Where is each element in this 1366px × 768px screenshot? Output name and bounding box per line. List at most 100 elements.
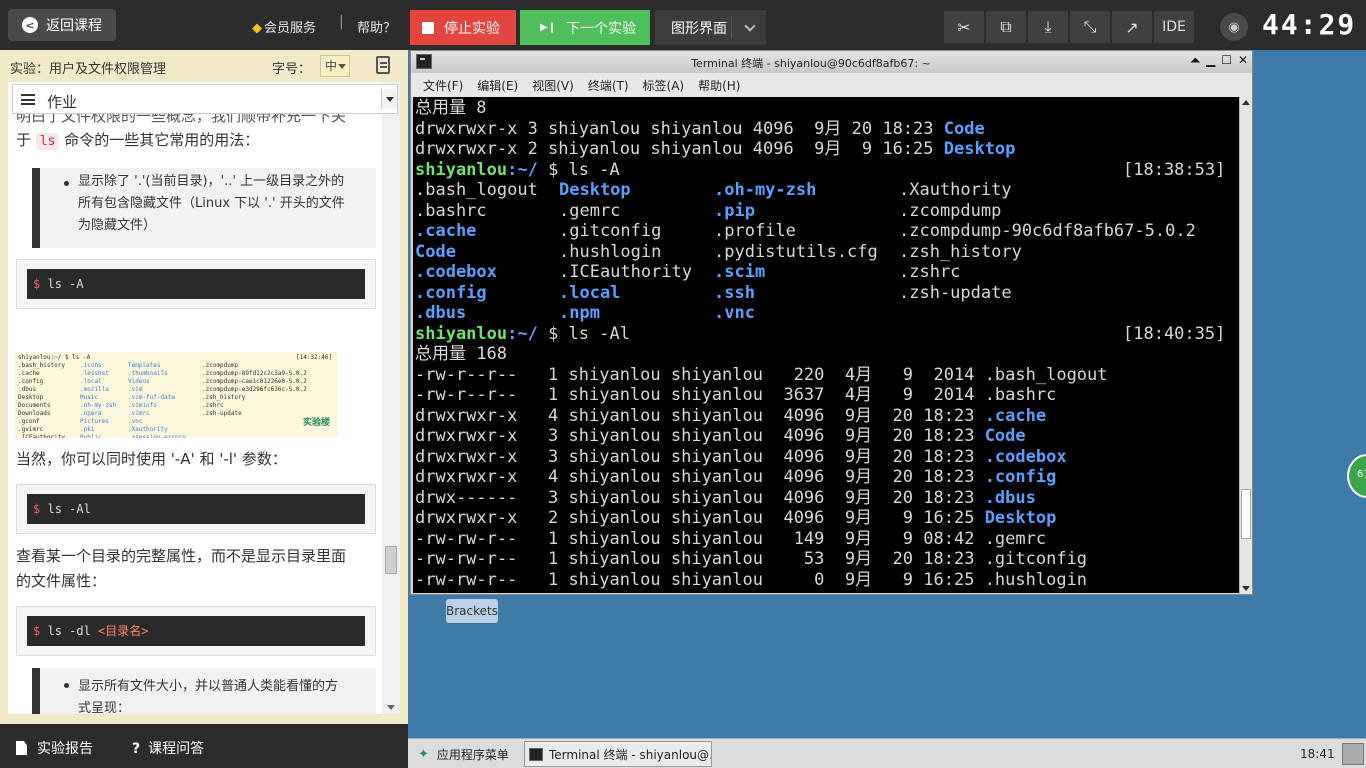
tray-icon[interactable] <box>1342 743 1364 765</box>
thumb-entry: .zshrc <box>202 402 224 409</box>
file-info: -rw-rw-r-- 1 shiyanlou shiyanlou 53 9月 2… <box>415 549 985 569</box>
terminal-output[interactable]: 总用量 8 drwxrwxr-x 3 shiyanlou shiyanlou 4… <box>413 97 1239 593</box>
lesson-panel: 实验：用户及文件权限管理 字号： 中 作业 明白了文件权限的一些概念，我们顺带补… <box>0 50 408 724</box>
minimize-icon[interactable]: ▁ <box>1206 53 1215 68</box>
command: $ ls -Al <box>537 323 630 344</box>
paragraph: 查看某一个目录的完整属性，而不是显示目录里面 <box>16 547 347 565</box>
ls-file-entry: .zcompdump-90c6df8afb67-5.0.2 <box>899 221 1196 241</box>
menu-view[interactable]: 视图(V) <box>532 77 574 94</box>
screen-share-icon[interactable]: ⧉ <box>986 11 1026 43</box>
code-block: $ ls -dl <目录名> <box>16 606 376 656</box>
menu-terminal[interactable]: 终端(T) <box>588 77 629 94</box>
thumb-entry: .icons <box>80 362 102 369</box>
ls-row: .dbus .npm .vnc <box>415 303 1239 324</box>
menu-tabs[interactable]: 标签(A) <box>643 77 685 94</box>
ls-file-entry: .profile <box>714 221 796 241</box>
lesson-content[interactable]: 作业 明白了文件权限的一些概念，我们顺带补充一下关 于 ls 命令的一些其它常用… <box>8 82 400 714</box>
code-line: $ ls -A <box>27 269 365 299</box>
maximize-icon[interactable]: ☐ <box>1221 53 1232 68</box>
close-icon[interactable]: ✕ <box>1238 53 1248 68</box>
terminal-scrollbar[interactable] <box>1239 97 1252 594</box>
file-name: .bashrc <box>984 385 1057 405</box>
terminal-window[interactable]: Terminal 终端 - shiyanlou@90c6df8afb67: ~ … <box>410 50 1253 595</box>
note-line: 显示除了 '.'(当前目录)，'..' 上一级目录之外的 <box>78 174 345 189</box>
ls-dir-entry: .vnc <box>714 303 755 323</box>
eye-icon[interactable]: ◉ <box>1220 13 1248 41</box>
scroll-down-icon[interactable] <box>1242 586 1250 591</box>
scissors-icon[interactable]: ✂ <box>944 11 984 43</box>
ls-row: .bashrc .gemrc .pip .zcompdump <box>415 201 1239 222</box>
scroll-thumb[interactable] <box>385 546 397 574</box>
file-info: -rw-rw-r-- 1 shiyanlou shiyanlou 0 9月 9 … <box>415 569 985 590</box>
back-arrow-icon: < <box>22 17 38 33</box>
ls-file-entry: .bashrc <box>415 200 487 221</box>
font-size-label: 字号： <box>272 62 312 77</box>
thumb-entry: Public <box>80 434 102 438</box>
exit-fullscreen-icon[interactable]: ⤡ <box>1070 11 1110 43</box>
member-service-link[interactable]: ◆ 会员服务 <box>252 17 316 36</box>
ls-dir-entry: .config <box>415 282 487 303</box>
homework-label: 作业 <box>47 93 78 111</box>
ls-file-entry: .Xauthority <box>899 180 1012 200</box>
thumb-entry: .thumbnails <box>128 370 168 377</box>
document-icon[interactable] <box>376 56 390 74</box>
ls-row: .cache .gitconfig .profile .zcompdump-90c6d… <box>415 221 1239 242</box>
thumb-prompt-text: shiyanlou:~/ $ ls -A <box>18 354 91 361</box>
download-icon[interactable]: ⤓ <box>1028 11 1068 43</box>
lab-report-button[interactable]: 实验报告 <box>16 738 93 758</box>
file-info: drwxrwxr-x 3 shiyanlou shiyanlou 4096 9月… <box>415 446 985 467</box>
terminal-titlebar[interactable]: Terminal 终端 - shiyanlou@90c6df8afb67: ~ … <box>411 51 1252 73</box>
ls-row: Code .hushlogin .pydistutils.cfg .zsh_histo… <box>415 242 1239 263</box>
help-link[interactable]: 帮助？ <box>357 17 396 36</box>
member-label: 会员服务 <box>264 21 317 36</box>
ls-dir-entry: .local <box>559 282 621 303</box>
thumb-entry: .opera <box>80 410 102 417</box>
back-label: 返回课程 <box>46 18 102 34</box>
apps-label: 应用程序菜单 <box>436 748 509 762</box>
file-info: -rw-r--r-- 1 shiyanlou shiyanlou 3637 4月… <box>415 385 985 405</box>
scrollbar[interactable] <box>382 82 400 714</box>
thumb-entry: .zsh-update <box>202 410 242 417</box>
ls-dir-entry: .oh-my-zsh <box>714 180 817 200</box>
external-link-icon[interactable]: ↗ <box>1112 11 1152 43</box>
back-to-course-button[interactable]: < 返回课程 <box>8 9 116 41</box>
code-line: $ ls -Al <box>27 494 365 524</box>
shade-icon[interactable]: ⏶ <box>1190 53 1200 68</box>
font-size-value: 中 <box>325 59 338 73</box>
menu-file[interactable]: 文件(F) <box>423 77 463 94</box>
ls-long-row: drwxrwxr-x 2 shiyanlou shiyanlou 4096 9月… <box>415 508 1239 529</box>
scroll-up-icon[interactable] <box>1242 100 1250 105</box>
ls-dir-entry: .cache <box>415 221 477 241</box>
thumb-entry: .oh-my-zsh <box>80 402 117 409</box>
scroll-thumb[interactable] <box>1241 489 1251 539</box>
thumb-entry: .zcompdump-cae1c01226e0-5.0.2 <box>202 378 307 385</box>
thumb-entry: .vimrc <box>128 410 150 417</box>
next-label: 下一个实验 <box>566 20 637 37</box>
prompt-time: [18:38:53] <box>1123 159 1226 180</box>
brackets-desktop-icon[interactable]: Brackets <box>446 599 498 623</box>
note-block: 显示所有文件大小，并以普通人类能看懂的方 式呈现： <box>32 668 376 714</box>
file-info: drwx------ 3 shiyanlou shiyanlou 4096 9月… <box>415 487 985 508</box>
ls-dir-entry: .codebox <box>415 262 497 282</box>
thumb-entry: .Xauthority <box>128 426 168 433</box>
course-qa-button[interactable]: ? 课程问答 <box>132 738 204 758</box>
ide-button[interactable]: IDE <box>1154 11 1194 43</box>
stop-experiment-button[interactable]: 停止实验 <box>410 10 516 45</box>
chevron-down-icon[interactable] <box>381 89 397 109</box>
menu-edit[interactable]: 编辑(E) <box>477 77 518 94</box>
next-experiment-button[interactable]: ▶❙ 下一个实验 <box>520 10 650 45</box>
code-block: $ ls -A <box>16 259 376 309</box>
gui-mode-dropdown[interactable]: 图形界面 <box>655 10 766 45</box>
taskbar-terminal-item[interactable]: Terminal 终端 - shiyanlou@… <box>524 741 712 767</box>
thumb-entry: .viminfo <box>128 402 157 409</box>
ls-long-row: -rw-r--r-- 1 shiyanlou shiyanlou 3637 4月… <box>415 385 1239 406</box>
scroll-down-icon[interactable] <box>387 705 395 710</box>
font-size-select[interactable]: 中 <box>320 55 350 77</box>
terminal-title: Terminal 终端 - shiyanlou@90c6df8afb67: ~ <box>691 57 931 70</box>
document-icon <box>16 741 27 755</box>
ls-long-row: drwxrwxr-x 4 shiyanlou shiyanlou 4096 9月… <box>415 467 1239 488</box>
dir-name: Desktop <box>943 139 1016 159</box>
menu-help[interactable]: 帮助(H) <box>698 77 740 94</box>
applications-menu[interactable]: ✦ 应用程序菜单 <box>418 746 509 763</box>
homework-select[interactable]: 作业 <box>12 84 398 114</box>
